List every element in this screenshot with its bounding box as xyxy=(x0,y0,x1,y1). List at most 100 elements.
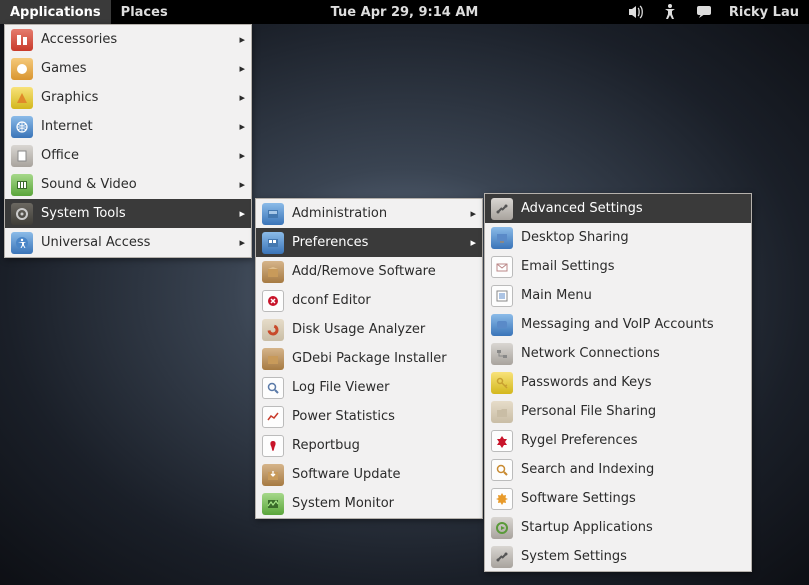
menu-item-software-update[interactable]: Software Update xyxy=(256,460,482,489)
menu-item-dconf-editor[interactable]: dconf Editor xyxy=(256,286,482,315)
menu-label: Main Menu xyxy=(521,288,745,303)
menu-label: GDebi Package Installer xyxy=(292,351,476,366)
chevron-right-icon: ▸ xyxy=(235,62,245,75)
chevron-right-icon: ▸ xyxy=(235,236,245,249)
log-viewer-icon xyxy=(262,377,284,399)
preferences-icon xyxy=(262,232,284,254)
menu-label: System Settings xyxy=(521,549,745,564)
software-update-icon xyxy=(262,464,284,486)
menu-item-network-connections[interactable]: Network Connections xyxy=(485,339,751,368)
menu-item-power-stats[interactable]: Power Statistics xyxy=(256,402,482,431)
accessibility-icon[interactable] xyxy=(661,3,679,21)
menu-item-email-settings[interactable]: Email Settings xyxy=(485,252,751,281)
advanced-settings-icon xyxy=(491,198,513,220)
clock[interactable]: Tue Apr 29, 9:14 AM xyxy=(331,5,479,20)
system-settings-icon xyxy=(491,546,513,568)
menu-label: Messaging and VoIP Accounts xyxy=(521,317,745,332)
user-name-text: Ricky Lau xyxy=(729,5,799,20)
menu-label: Startup Applications xyxy=(521,520,745,535)
menu-item-internet[interactable]: Internet ▸ xyxy=(5,112,251,141)
menu-item-sound-video[interactable]: Sound & Video ▸ xyxy=(5,170,251,199)
menu-item-software-settings[interactable]: Software Settings xyxy=(485,484,751,513)
disk-usage-icon xyxy=(262,319,284,341)
menu-item-disk-usage[interactable]: Disk Usage Analyzer xyxy=(256,315,482,344)
menu-item-preferences[interactable]: Preferences ▸ xyxy=(256,228,482,257)
menu-label: Rygel Preferences xyxy=(521,433,745,448)
menu-label: Search and Indexing xyxy=(521,462,745,477)
menu-item-universal-access[interactable]: Universal Access ▸ xyxy=(5,228,251,257)
menu-item-graphics[interactable]: Graphics ▸ xyxy=(5,83,251,112)
menu-label: Graphics xyxy=(41,90,227,105)
search-icon xyxy=(491,459,513,481)
messaging-icon xyxy=(491,314,513,336)
menu-label: Power Statistics xyxy=(292,409,476,424)
menu-label: dconf Editor xyxy=(292,293,476,308)
menu-item-rygel[interactable]: Rygel Preferences xyxy=(485,426,751,455)
menu-item-add-remove-software[interactable]: Add/Remove Software xyxy=(256,257,482,286)
menu-label: Passwords and Keys xyxy=(521,375,745,390)
menu-label: Email Settings xyxy=(521,259,745,274)
reportbug-icon xyxy=(262,435,284,457)
power-stats-icon xyxy=(262,406,284,428)
menu-item-startup-applications[interactable]: Startup Applications xyxy=(485,513,751,542)
menu-label: Reportbug xyxy=(292,438,476,453)
menu-label: Preferences xyxy=(292,235,458,250)
chevron-right-icon: ▸ xyxy=(235,33,245,46)
accessories-icon xyxy=(11,29,33,51)
package-icon xyxy=(262,261,284,283)
menu-item-accessories[interactable]: Accessories ▸ xyxy=(5,25,251,54)
menu-label: System Monitor xyxy=(292,496,476,511)
menu-label: Accessories xyxy=(41,32,227,47)
menu-item-reportbug[interactable]: Reportbug xyxy=(256,431,482,460)
file-sharing-icon xyxy=(491,401,513,423)
menu-item-log-viewer[interactable]: Log File Viewer xyxy=(256,373,482,402)
volume-icon[interactable] xyxy=(627,3,645,21)
chat-icon[interactable] xyxy=(695,3,713,21)
menu-item-main-menu[interactable]: Main Menu xyxy=(485,281,751,310)
chevron-right-icon: ▸ xyxy=(235,149,245,162)
menu-label: Office xyxy=(41,148,227,163)
chevron-right-icon: ▸ xyxy=(235,207,245,220)
software-settings-icon xyxy=(491,488,513,510)
menu-item-office[interactable]: Office ▸ xyxy=(5,141,251,170)
menu-item-personal-file-sharing[interactable]: Personal File Sharing xyxy=(485,397,751,426)
menu-item-advanced-settings[interactable]: Advanced Settings xyxy=(485,194,751,223)
desktop-sharing-icon xyxy=(491,227,513,249)
system-monitor-icon xyxy=(262,493,284,515)
system-tools-icon xyxy=(11,203,33,225)
menu-item-messaging[interactable]: Messaging and VoIP Accounts xyxy=(485,310,751,339)
user-menu[interactable]: Ricky Lau xyxy=(729,5,799,20)
menu-label: Software Settings xyxy=(521,491,745,506)
menu-label: Log File Viewer xyxy=(292,380,476,395)
internet-icon xyxy=(11,116,33,138)
menu-item-system-tools[interactable]: System Tools ▸ xyxy=(5,199,251,228)
menu-label: System Tools xyxy=(41,206,227,221)
applications-menu-button[interactable]: Applications xyxy=(0,0,111,24)
main-menu-icon xyxy=(491,285,513,307)
email-icon xyxy=(491,256,513,278)
menu-label: Games xyxy=(41,61,227,76)
menu-item-passwords-keys[interactable]: Passwords and Keys xyxy=(485,368,751,397)
startup-icon xyxy=(491,517,513,539)
menu-item-system-settings[interactable]: System Settings xyxy=(485,542,751,571)
menu-label: Add/Remove Software xyxy=(292,264,476,279)
menu-item-administration[interactable]: Administration ▸ xyxy=(256,199,482,228)
menu-item-search-indexing[interactable]: Search and Indexing xyxy=(485,455,751,484)
menu-label: Network Connections xyxy=(521,346,745,361)
menu-label: Advanced Settings xyxy=(521,201,745,216)
games-icon xyxy=(11,58,33,80)
gdebi-icon xyxy=(262,348,284,370)
preferences-submenu: Advanced Settings Desktop Sharing Email … xyxy=(484,193,752,572)
menu-item-desktop-sharing[interactable]: Desktop Sharing xyxy=(485,223,751,252)
sound-video-icon xyxy=(11,174,33,196)
menu-label: Software Update xyxy=(292,467,476,482)
menu-item-gdebi[interactable]: GDebi Package Installer xyxy=(256,344,482,373)
rygel-icon xyxy=(491,430,513,452)
places-menu-button[interactable]: Places xyxy=(111,0,178,24)
menu-item-system-monitor[interactable]: System Monitor xyxy=(256,489,482,518)
menu-item-games[interactable]: Games ▸ xyxy=(5,54,251,83)
applications-label: Applications xyxy=(10,5,101,20)
system-tools-submenu: Administration ▸ Preferences ▸ Add/Remov… xyxy=(255,198,483,519)
menu-label: Internet xyxy=(41,119,227,134)
chevron-right-icon: ▸ xyxy=(235,120,245,133)
